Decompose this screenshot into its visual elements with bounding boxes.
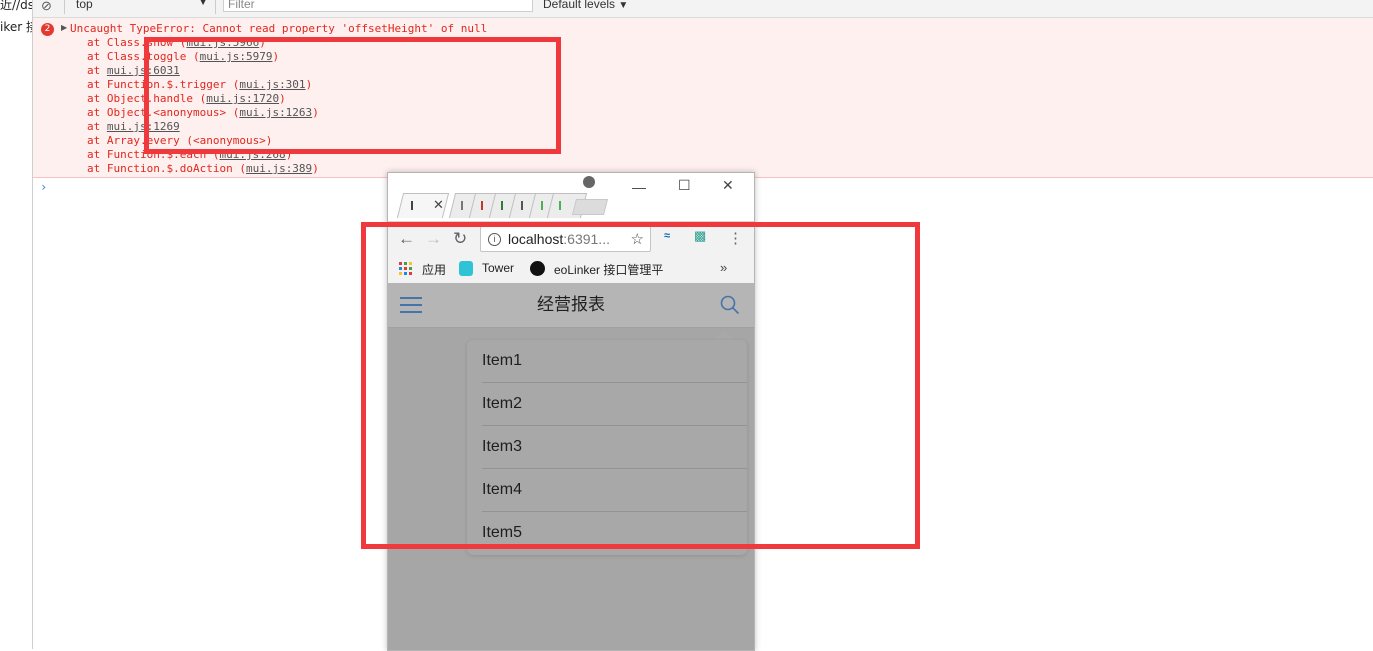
- log-levels-dropdown[interactable]: Default levels ▼: [543, 0, 628, 11]
- close-tab-icon[interactable]: ✕: [433, 197, 444, 213]
- tab-favicon-icon: [541, 201, 543, 210]
- title-bar: ✕ — ☐ ✕: [388, 173, 754, 221]
- toolbar-divider: [215, 0, 216, 14]
- stack-frame: at Function.$.each (mui.js:268): [87, 148, 293, 161]
- source-link[interactable]: mui.js:268: [219, 148, 285, 161]
- url-host: localhost: [508, 231, 564, 247]
- stack-frame: at Object.<anonymous> (mui.js:1263): [87, 106, 319, 119]
- menu-item[interactable]: Item5: [482, 512, 747, 554]
- tab-favicon-icon: [481, 201, 483, 210]
- extension-icon[interactable]: ≈: [664, 230, 670, 242]
- background-tab-label: iker 接: [0, 20, 32, 34]
- menu-item[interactable]: Item4: [482, 469, 747, 512]
- stack-trace: at Class.show (mui.js:5966) at Class.togg…: [87, 36, 319, 176]
- stack-frame: at Array.every (<anonymous>): [87, 134, 273, 147]
- chevron-down-icon: ▼: [198, 0, 208, 8]
- eolinker-icon: [530, 261, 545, 276]
- stack-frame: at mui.js:1269: [87, 120, 180, 133]
- source-link[interactable]: mui.js:301: [239, 78, 305, 91]
- log-levels-label: Default levels: [543, 0, 616, 11]
- stack-frame: at Function.$.trigger (mui.js:301): [87, 78, 313, 91]
- background-window-strip: 近//ds iker 接: [0, 0, 33, 649]
- bookmark-apps[interactable]: 应用: [422, 261, 446, 278]
- stack-frame: at Object.handle (mui.js:1720): [87, 92, 286, 105]
- source-link[interactable]: mui.js:389: [246, 162, 312, 175]
- stack-frame: at mui.js:6031: [87, 64, 180, 77]
- back-icon[interactable]: ←: [398, 229, 415, 249]
- page-title: 经营报表: [537, 295, 605, 315]
- stack-frame: at Class.show (mui.js:5966): [87, 36, 266, 49]
- minimize-icon[interactable]: —: [632, 179, 646, 195]
- new-tab-button[interactable]: [572, 199, 608, 215]
- tower-icon: [459, 261, 473, 276]
- navigation-bar: ← → ↻ i localhost:6391... ☆ ≈ ▩ ⋮: [388, 221, 754, 256]
- forward-icon[interactable]: →: [425, 229, 442, 249]
- tab-favicon-icon: [461, 201, 463, 210]
- error-text: Uncaught TypeError: Cannot read property…: [70, 22, 488, 35]
- console-error-message: 2 ▶ Uncaught TypeError: Cannot read prop…: [33, 18, 1373, 178]
- menu-kebab-icon[interactable]: ⋮: [728, 229, 743, 249]
- toolbar-divider: [64, 0, 65, 14]
- chevron-down-icon: ▼: [618, 0, 629, 11]
- context-value: top: [76, 0, 93, 11]
- tab-favicon-icon: [411, 201, 413, 210]
- url-port: :6391...: [563, 231, 610, 247]
- popover-menu: Item1 Item2 Item3 Item4 Item5: [467, 340, 747, 555]
- app-header: 经营报表: [388, 283, 754, 328]
- bookmark-eolinker[interactable]: eoLinker 接口管理平: [554, 261, 663, 278]
- reload-icon[interactable]: ↻: [453, 229, 467, 249]
- background-tab-label: 近//ds: [0, 0, 32, 12]
- stack-frame: at Function.$.doAction (mui.js:389): [87, 162, 319, 175]
- bookmarks-bar: 应用 Tower eoLinker 接口管理平 »: [388, 255, 754, 284]
- source-link[interactable]: mui.js:1720: [206, 92, 279, 105]
- source-link[interactable]: mui.js:6031: [107, 64, 180, 77]
- stack-frame: at Class.toggle (mui.js:5979): [87, 50, 280, 63]
- source-link[interactable]: mui.js:5966: [186, 36, 259, 49]
- console-prompt[interactable]: ›: [40, 180, 47, 194]
- url-text: localhost:6391...: [508, 231, 610, 247]
- error-count-badge: 2: [41, 23, 54, 36]
- menu-item[interactable]: Item3: [482, 426, 747, 469]
- source-link[interactable]: mui.js:1263: [239, 106, 312, 119]
- console-toolbar: ⊘ top ▼ Filter Default levels ▼: [33, 0, 1373, 18]
- bookmark-star-icon[interactable]: ☆: [631, 230, 644, 248]
- clear-console-icon[interactable]: ⊘: [41, 0, 52, 14]
- devtools-extension-icon[interactable]: ▩: [694, 228, 706, 244]
- browser-window: ✕ — ☐ ✕ ← → ↻ i localhost:6391... ☆ ≈ ▩ …: [387, 172, 755, 651]
- context-selector[interactable]: top ▼: [76, 0, 208, 11]
- bookmark-tower[interactable]: Tower: [482, 261, 514, 275]
- profile-icon[interactable]: [583, 176, 595, 188]
- close-window-icon[interactable]: ✕: [722, 177, 734, 194]
- bookmarks-overflow-icon[interactable]: »: [720, 260, 727, 275]
- source-link[interactable]: mui.js:1269: [107, 120, 180, 133]
- info-icon[interactable]: i: [488, 233, 501, 246]
- mobile-page: 经营报表 Item1 Item2 Item3 Item4 Item5: [388, 283, 754, 650]
- address-bar[interactable]: i localhost:6391... ☆: [480, 226, 651, 252]
- tab-strip: ✕: [394, 191, 614, 219]
- filter-input[interactable]: Filter: [223, 0, 533, 12]
- apps-grid-icon[interactable]: [399, 262, 412, 275]
- maximize-icon[interactable]: ☐: [678, 177, 691, 194]
- menu-item[interactable]: Item2: [482, 383, 747, 426]
- search-icon[interactable]: [720, 295, 740, 315]
- tab-favicon-icon: [501, 201, 503, 210]
- expand-triangle-icon[interactable]: ▶: [61, 23, 67, 32]
- tab-favicon-icon: [559, 201, 561, 210]
- source-link[interactable]: mui.js:5979: [200, 50, 273, 63]
- menu-item[interactable]: Item1: [482, 340, 747, 383]
- tab-favicon-icon: [521, 201, 523, 210]
